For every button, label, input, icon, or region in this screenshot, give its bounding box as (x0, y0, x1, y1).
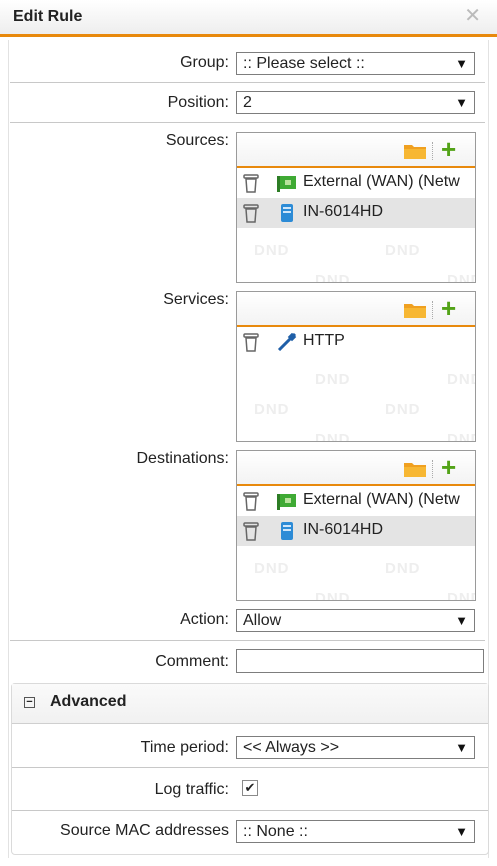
dnd-watermark: DND (447, 272, 475, 283)
dnd-watermark: DND (447, 431, 475, 442)
list-item[interactable]: HTTP (237, 327, 475, 357)
destinations-label: Destinations: (136, 450, 230, 467)
position-select[interactable]: 2 ▼ (236, 91, 475, 114)
time-period-value: << Always >> (243, 739, 340, 756)
dnd-watermark: DND (254, 560, 290, 577)
dnd-watermark: DND (315, 371, 351, 388)
dnd-watermark: DND (315, 272, 351, 283)
folder-icon[interactable] (404, 461, 426, 477)
trash-icon[interactable] (243, 203, 259, 223)
item-label: IN-6014HD (303, 521, 384, 538)
action-label: Action: (180, 611, 229, 628)
group-label: Group: (180, 54, 229, 71)
item-label: HTTP (303, 332, 345, 349)
comment-input[interactable] (236, 649, 484, 673)
comment-label: Comment: (155, 653, 229, 670)
trash-icon[interactable] (243, 332, 259, 352)
add-icon[interactable]: + (441, 293, 456, 323)
item-label: IN-6014HD (303, 203, 384, 220)
dnd-watermark: DND (254, 242, 290, 259)
action-select[interactable]: Allow ▼ (236, 609, 475, 632)
destinations-toolbar: + (237, 451, 475, 486)
folder-icon[interactable] (404, 302, 426, 318)
list-item[interactable]: IN-6014HD (237, 198, 475, 228)
time-period-label: Time period: (140, 739, 229, 756)
dnd-watermark: DND (385, 401, 421, 418)
group-select[interactable]: :: Please select :: ▼ (236, 52, 475, 75)
divider (12, 810, 488, 811)
trash-icon[interactable] (243, 521, 259, 541)
dnd-watermark: DND (315, 431, 351, 442)
toolbar-separator (432, 142, 433, 160)
dnd-watermark: DND (385, 560, 421, 577)
network-card-icon (277, 176, 296, 192)
list-item[interactable]: IN-6014HD (237, 516, 475, 546)
services-listbox[interactable]: + HTTP DND DND DND DND DND DND (236, 291, 476, 442)
host-icon (281, 204, 293, 222)
position-value: 2 (243, 94, 252, 111)
sources-toolbar: + (237, 133, 475, 168)
dialog-titlebar: Edit Rule ✕ (0, 0, 497, 37)
destinations-items: External (WAN) (Netw IN-6014HD DND DND D… (237, 486, 475, 600)
add-icon[interactable]: + (441, 452, 456, 482)
checkmark-icon: ✔ (244, 780, 256, 795)
dnd-watermark: DND (447, 371, 475, 388)
dropdown-arrow-icon: ▼ (455, 95, 468, 110)
close-icon[interactable]: ✕ (464, 6, 481, 26)
service-plug-icon (277, 333, 297, 351)
item-label: External (WAN) (Netw (303, 491, 460, 508)
dropdown-arrow-icon: ▼ (455, 613, 468, 628)
trash-icon[interactable] (243, 491, 259, 511)
dnd-watermark: DND (385, 242, 421, 259)
source-mac-value: :: None :: (243, 823, 308, 840)
services-items: HTTP DND DND DND DND DND DND (237, 327, 475, 441)
divider (10, 122, 485, 123)
list-item[interactable]: External (WAN) (Netw (237, 168, 475, 198)
source-mac-select[interactable]: :: None :: ▼ (236, 820, 475, 843)
divider (10, 640, 485, 641)
host-icon (281, 522, 293, 540)
collapse-icon[interactable]: − (24, 697, 35, 708)
dnd-watermark: DND (447, 590, 475, 601)
list-item[interactable]: External (WAN) (Netw (237, 486, 475, 516)
folder-icon[interactable] (404, 143, 426, 159)
dropdown-arrow-icon: ▼ (455, 56, 468, 71)
group-value: :: Please select :: (243, 55, 365, 72)
add-icon[interactable]: + (441, 134, 456, 164)
time-period-select[interactable]: << Always >> ▼ (236, 736, 475, 759)
divider (12, 767, 488, 768)
log-traffic-label: Log traffic: (154, 781, 229, 798)
services-label: Services: (163, 291, 229, 308)
sources-items: External (WAN) (Netw IN-6014HD DND DND D… (237, 168, 475, 282)
dialog-title: Edit Rule (13, 8, 83, 25)
toolbar-separator (432, 301, 433, 319)
trash-icon[interactable] (243, 173, 259, 193)
log-traffic-checkbox[interactable]: ✔ (242, 780, 258, 796)
advanced-title: Advanced (50, 693, 127, 710)
dnd-watermark: DND (315, 590, 351, 601)
divider (10, 82, 485, 83)
dnd-watermark: DND (254, 401, 290, 418)
destinations-listbox[interactable]: + External (WAN) (Netw IN-6014HD DND DND… (236, 450, 476, 601)
advanced-header[interactable]: − Advanced (12, 684, 488, 724)
item-label: External (WAN) (Netw (303, 173, 460, 190)
sources-listbox[interactable]: + External (WAN) (Netw IN-6014HD DND DND… (236, 132, 476, 283)
sources-label: Sources: (165, 132, 229, 149)
dropdown-arrow-icon: ▼ (455, 824, 468, 839)
services-toolbar: + (237, 292, 475, 327)
dropdown-arrow-icon: ▼ (455, 740, 468, 755)
action-value: Allow (243, 612, 282, 629)
toolbar-separator (432, 460, 433, 478)
source-mac-label: Source MAC addresses (60, 822, 229, 839)
network-card-icon (277, 494, 296, 510)
position-label: Position: (167, 94, 229, 111)
